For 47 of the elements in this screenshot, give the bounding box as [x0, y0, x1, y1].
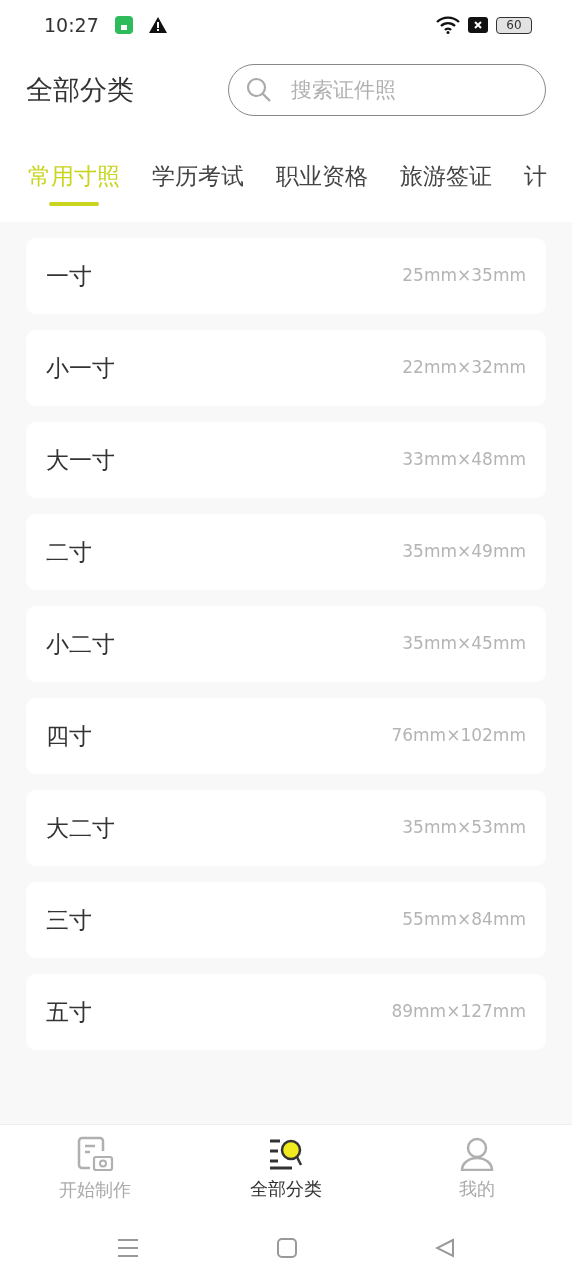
search-icon [246, 77, 272, 103]
size-name: 小一寸 [46, 353, 115, 383]
home-icon[interactable] [277, 1238, 297, 1258]
size-item[interactable]: 大一寸 33mm×48mm [26, 422, 546, 498]
size-dimensions: 35mm×53mm [402, 816, 526, 840]
search-field[interactable]: 搜索证件照 [228, 64, 546, 116]
size-item[interactable]: 三寸 55mm×84mm [26, 882, 546, 958]
size-dimensions: 55mm×84mm [402, 908, 526, 932]
list-search-icon [268, 1137, 304, 1171]
size-dimensions: 35mm×49mm [402, 540, 526, 564]
size-name: 一寸 [46, 261, 92, 291]
size-name: 小二寸 [46, 629, 115, 659]
size-name: 大一寸 [46, 445, 115, 475]
nav-tab[interactable]: 全部分类 [226, 1137, 346, 1202]
page-title: 全部分类 [26, 72, 134, 107]
wifi-icon [436, 16, 460, 34]
size-name: 四寸 [46, 721, 92, 751]
menu-icon[interactable] [117, 1238, 139, 1258]
back-icon[interactable] [435, 1238, 455, 1258]
size-dimensions: 76mm×102mm [391, 724, 526, 748]
category-tab[interactable]: 学历考试 [152, 130, 244, 222]
person-icon [459, 1137, 494, 1171]
document-camera-icon [76, 1136, 115, 1172]
size-name: 五寸 [46, 997, 92, 1027]
category-tab[interactable]: 旅游签证 [400, 130, 492, 222]
size-item[interactable]: 小二寸 35mm×45mm [26, 606, 546, 682]
size-item[interactable]: 二寸 35mm×49mm [26, 514, 546, 590]
app-icon [114, 16, 133, 34]
size-item[interactable]: 四寸 76mm×102mm [26, 698, 546, 774]
size-dimensions: 35mm×45mm [402, 632, 526, 656]
size-item[interactable]: 大二寸 35mm×53mm [26, 790, 546, 866]
battery-indicator: 60 [496, 16, 532, 34]
no-sim-icon [468, 17, 488, 33]
warning-icon [148, 17, 167, 33]
status-time: 10:27 [44, 12, 99, 38]
size-dimensions: 89mm×127mm [391, 1000, 526, 1024]
size-dimensions: 33mm×48mm [402, 448, 526, 472]
size-item[interactable]: 小一寸 22mm×32mm [26, 330, 546, 406]
size-name: 三寸 [46, 905, 92, 935]
size-item[interactable]: 五寸 89mm×127mm [26, 974, 546, 1050]
size-name: 大二寸 [46, 813, 115, 843]
category-tab[interactable]: 职业资格 [276, 130, 368, 222]
size-dimensions: 25mm×35mm [402, 264, 526, 288]
category-tab[interactable]: 计 [524, 130, 547, 222]
size-dimensions: 22mm×32mm [402, 356, 526, 380]
size-name: 二寸 [46, 537, 92, 567]
size-item[interactable]: 一寸 25mm×35mm [26, 238, 546, 314]
